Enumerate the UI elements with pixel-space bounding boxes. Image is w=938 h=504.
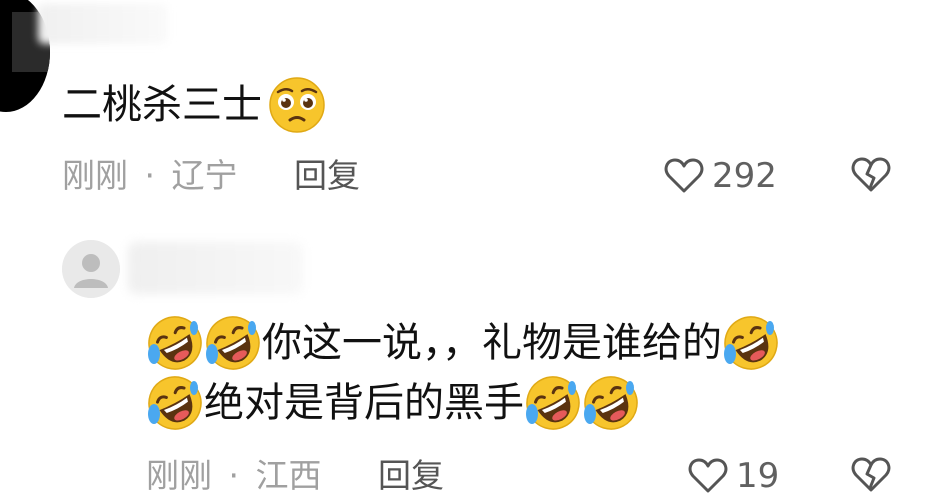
heart-outline-icon [664,158,704,193]
comment-meta: 刚刚 · 江西 [146,456,322,496]
blurred-username [38,4,168,44]
heart-outline-icon [688,458,728,493]
like-count: 19 [736,456,780,496]
dislike-button[interactable] [851,456,891,498]
default-avatar-icon [62,240,120,298]
rolling-on-floor-laughing-emoji [582,374,640,432]
pleading-face-emoji [268,76,326,134]
rolling-on-floor-laughing-emoji [146,314,204,372]
avatar[interactable] [62,240,120,298]
like-button[interactable]: 19 [688,456,779,496]
rolling-on-floor-laughing-emoji [204,314,262,372]
comment-text: 二桃杀三士 [62,76,326,134]
reply-button[interactable]: 回复 [378,456,444,496]
comment-text-content: 你这一说，，礼物是谁给的 [262,320,722,366]
comment-meta: 刚刚 · 辽宁 [62,156,238,196]
rolling-on-floor-laughing-emoji [722,314,780,372]
blurred-username [128,242,303,294]
like-count: 292 [712,156,777,196]
comment-text-line-2: 绝对是背后的黑手 [146,374,640,432]
broken-heart-icon [851,157,891,192]
rolling-on-floor-laughing-emoji [524,374,582,432]
meta-separator: · [228,456,240,495]
dislike-button[interactable] [851,156,891,198]
meta-separator: · [144,156,156,195]
comment-location: 辽宁 [171,156,238,195]
rolling-on-floor-laughing-emoji [146,374,204,432]
comment-time: 刚刚 [62,156,128,195]
comment-text-line-1: 你这一说，，礼物是谁给的 [146,314,780,372]
comment-text-content: 绝对是背后的黑手 [204,380,524,426]
comment-text-content: 二桃杀三士 [62,82,262,128]
reply-button[interactable]: 回复 [294,156,360,196]
comment-list: 二桃杀三士 刚刚 · 辽宁 回复 292 你这一说，，礼物是谁给的 绝对是背后的… [0,0,938,504]
comment-time: 刚刚 [146,456,212,495]
broken-heart-icon [851,457,891,492]
comment-location: 江西 [255,456,322,495]
like-button[interactable]: 292 [664,156,777,196]
